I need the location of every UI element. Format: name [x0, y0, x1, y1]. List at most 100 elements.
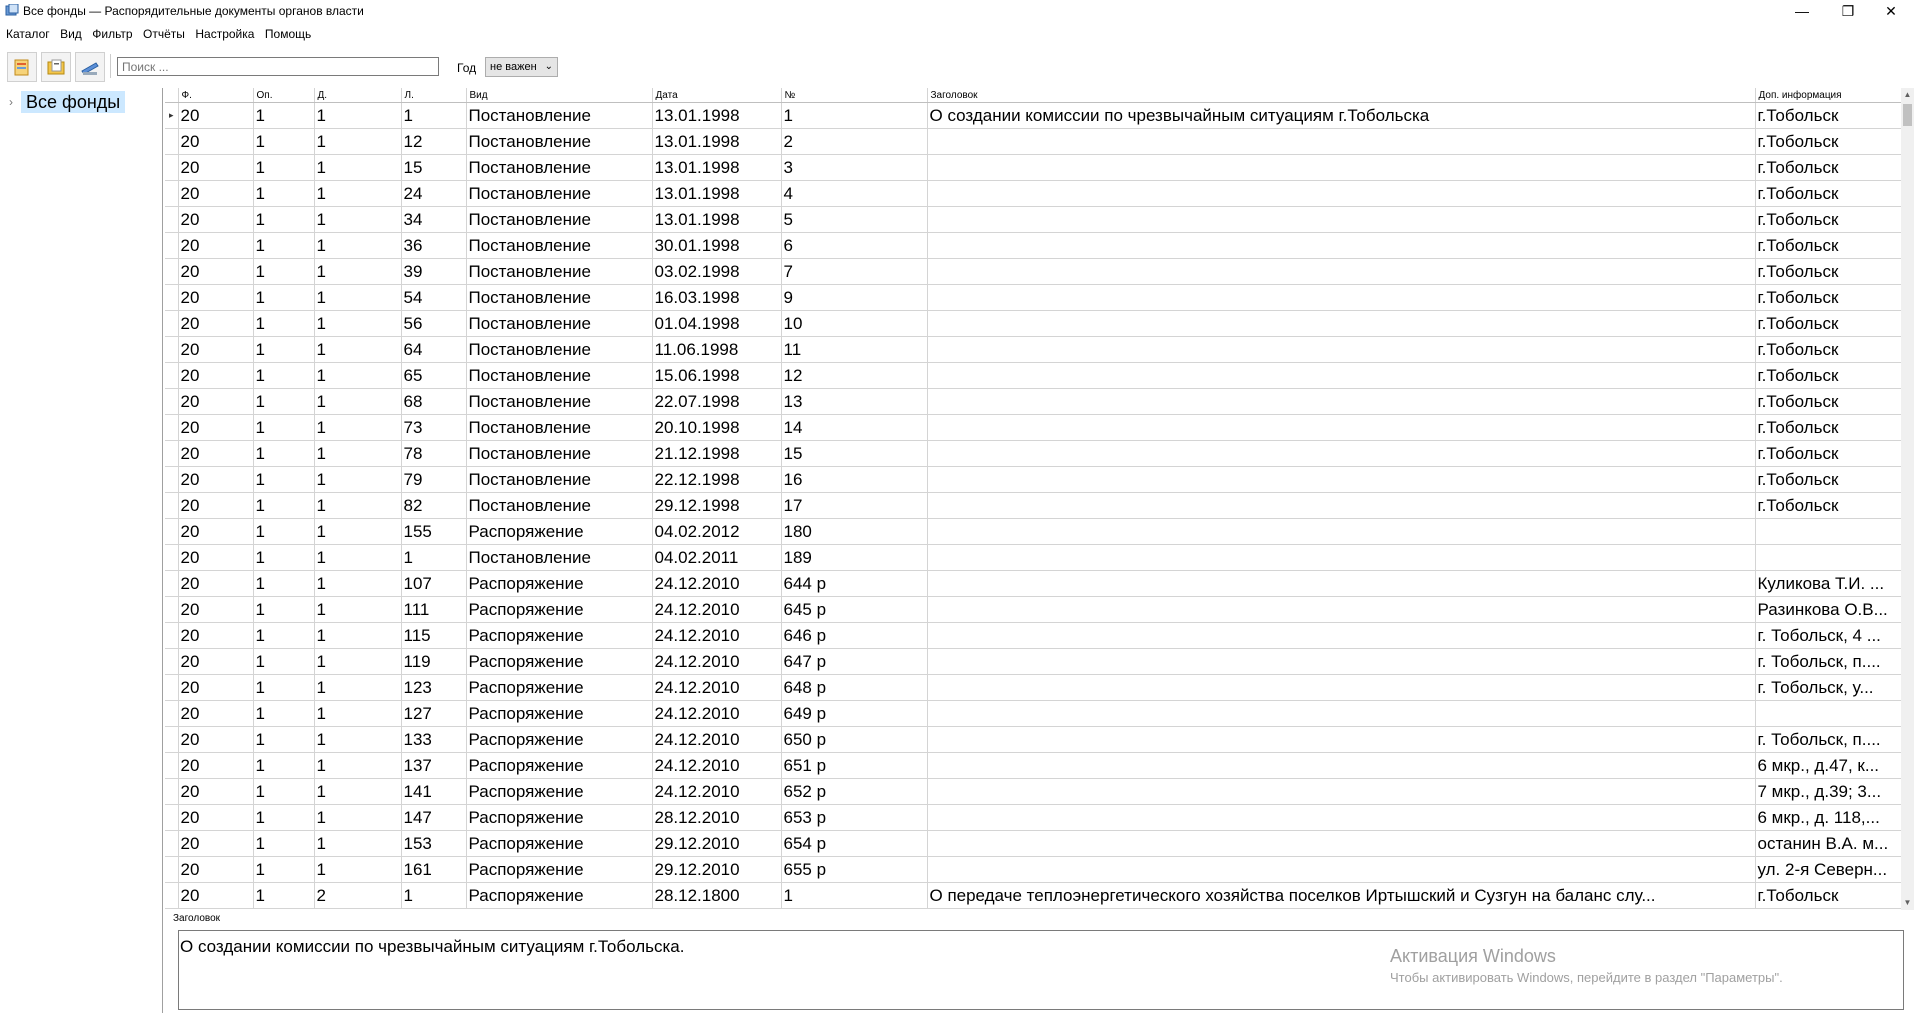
- number-cell: 651 р: [781, 752, 928, 779]
- menu-reports[interactable]: Отчёты: [143, 24, 185, 44]
- opis-cell: 1: [253, 544, 315, 571]
- table-row[interactable]: 20 1 1 12 Постановление 13.01.1998 2 г.Тобольск: [165, 128, 1901, 155]
- table-row[interactable]: 20 1 1 155 Распоряжение 04.02.2012 180: [165, 518, 1901, 545]
- row-header[interactable]: [165, 830, 179, 857]
- number-cell: 655 р: [781, 856, 928, 883]
- scroll-up-icon[interactable]: ▲: [1901, 88, 1914, 102]
- row-header[interactable]: [165, 700, 179, 727]
- row-header[interactable]: [165, 232, 179, 259]
- table-row[interactable]: 20 1 1 107 Распоряжение 24.12.2010 644 р Кулико…: [165, 570, 1901, 597]
- row-header[interactable]: [165, 128, 179, 155]
- table-row[interactable]: 20 1 1 54 Постановление 16.03.1998 9 г.Тобольск: [165, 284, 1901, 311]
- table-row[interactable]: 20 1 1 115 Распоряжение 24.12.2010 646 р г. Тоб…: [165, 622, 1901, 649]
- column-header[interactable]: Д.: [314, 88, 402, 103]
- table-row[interactable]: 20 1 1 123 Распоряжение 24.12.2010 648 р г. Тоб…: [165, 674, 1901, 701]
- menu-help[interactable]: Помощь: [265, 24, 311, 44]
- table-row[interactable]: 20 1 1 133 Распоряжение 24.12.2010 650 р г. Тоб…: [165, 726, 1901, 753]
- row-header[interactable]: [165, 804, 179, 831]
- table-row[interactable]: 20 1 1 73 Постановление 20.10.1998 14 г.Тобольс…: [165, 414, 1901, 441]
- menu-filter[interactable]: Фильтр: [92, 24, 132, 44]
- row-header[interactable]: [165, 856, 179, 883]
- row-header[interactable]: [165, 440, 179, 467]
- table-row[interactable]: 20 1 1 78 Постановление 21.12.1998 15 г.Тобольс…: [165, 440, 1901, 467]
- column-header[interactable]: Оп.: [253, 88, 315, 103]
- vertical-scrollbar[interactable]: ▲ ▼: [1901, 88, 1914, 910]
- scroll-down-icon[interactable]: ▼: [1901, 896, 1914, 910]
- scanner-button[interactable]: [75, 52, 105, 82]
- tree-item-all-fonds[interactable]: Все фонды: [21, 91, 126, 113]
- row-header[interactable]: [165, 310, 179, 337]
- table-row[interactable]: 20 1 1 64 Постановление 11.06.1998 11 г.Тобольс…: [165, 336, 1901, 363]
- column-header[interactable]: Ф.: [178, 88, 254, 103]
- column-header[interactable]: №: [781, 88, 928, 103]
- table-row[interactable]: 20 1 1 147 Распоряжение 28.12.2010 653 р6 мкр.…: [165, 804, 1901, 831]
- scroll-thumb[interactable]: [1903, 104, 1912, 126]
- restore-button[interactable]: ❐: [1825, 0, 1871, 22]
- table-row[interactable]: 20 1 1 82 Постановление 29.12.1998 17 г.Тобольс…: [165, 492, 1901, 519]
- table-row[interactable]: 20 1 1 39 Постановление 03.02.1998 7 г.Тобольск: [165, 258, 1901, 285]
- table-row[interactable]: 20 1 1 141 Распоряжение 24.12.2010 652 р7 мкр.…: [165, 778, 1901, 805]
- table-row[interactable]: 20 1 1 15 Постановление 13.01.1998 3 г.Тобольск: [165, 154, 1901, 181]
- table-row[interactable]: 20 1 1 56 Постановление 01.04.1998 10 г.Тобольс…: [165, 310, 1901, 337]
- table-row[interactable]: 20 1 1 153 Распоряжение 29.12.2010 654 р остани…: [165, 830, 1901, 857]
- column-header[interactable]: Доп. информация: [1755, 88, 1901, 103]
- fond-cell: 20: [178, 622, 254, 649]
- menu-settings[interactable]: Настройка: [195, 24, 254, 44]
- year-select[interactable]: не важен ⌄: [485, 57, 558, 77]
- row-header[interactable]: [165, 284, 179, 311]
- row-header[interactable]: [165, 492, 179, 519]
- table-row[interactable]: 20 1 1 34 Постановление 13.01.1998 5 г.Тобольск: [165, 206, 1901, 233]
- row-header[interactable]: [165, 336, 179, 363]
- table-row[interactable]: 20 1 1 36 Постановление 30.01.1998 6 г.Тобольск: [165, 232, 1901, 259]
- minimize-button[interactable]: —: [1779, 0, 1825, 22]
- row-header[interactable]: [165, 154, 179, 181]
- new-document-button[interactable]: [7, 52, 37, 82]
- table-row[interactable]: 20 1 1 119 Распоряжение 24.12.2010 647 р г. Тоб…: [165, 648, 1901, 675]
- table-row[interactable]: 20 1 1 68 Постановление 22.07.1998 13 г.Тобольс…: [165, 388, 1901, 415]
- table-row[interactable]: 20 1 1 137 Распоряжение 24.12.2010 651 р6 мкр.…: [165, 752, 1901, 779]
- column-header[interactable]: Л.: [401, 88, 467, 103]
- opis-cell: 1: [253, 882, 315, 909]
- table-row[interactable]: 20 1 1 1 Постановление 04.02.2011 189: [165, 544, 1901, 571]
- table-row[interactable]: 20 1 2 1 Распоряжение 28.12.1800 1 О передаче т…: [165, 882, 1901, 909]
- tree-expander-icon[interactable]: ›: [9, 95, 13, 109]
- row-header[interactable]: [165, 258, 179, 285]
- row-header[interactable]: [165, 570, 179, 597]
- menu-catalog[interactable]: Каталог: [6, 24, 50, 44]
- row-header[interactable]: [165, 466, 179, 493]
- row-header[interactable]: [165, 882, 179, 909]
- row-header[interactable]: [165, 544, 179, 571]
- row-header[interactable]: [165, 518, 179, 545]
- table-row[interactable]: 20 1 1 127 Распоряжение 24.12.2010 649 р: [165, 700, 1901, 727]
- row-header[interactable]: ▸: [165, 102, 179, 129]
- row-header[interactable]: [165, 362, 179, 389]
- row-header[interactable]: [165, 388, 179, 415]
- menu-view[interactable]: Вид: [60, 24, 82, 44]
- row-header[interactable]: [165, 414, 179, 441]
- close-button[interactable]: ✕: [1868, 0, 1914, 22]
- row-header[interactable]: [165, 180, 179, 207]
- table-row[interactable]: 20 1 1 111 Распоряжение 24.12.2010 645 р Разинк…: [165, 596, 1901, 623]
- table-row[interactable]: 20 1 1 161 Распоряжение 29.12.2010 655 р ул. 2-…: [165, 856, 1901, 883]
- row-header[interactable]: [165, 596, 179, 623]
- delo-cell: 1: [314, 154, 402, 181]
- title-cell: [927, 570, 1756, 597]
- open-folder-button[interactable]: [41, 52, 71, 82]
- table-row[interactable]: 20 1 1 65 Постановление 15.06.1998 12 г.Тобольс…: [165, 362, 1901, 389]
- row-header[interactable]: [165, 674, 179, 701]
- table-row[interactable]: ▸ 20 1 1 1 Постановление 13.01.1998 1 О создании…: [165, 102, 1901, 129]
- open-folder-icon: [47, 59, 65, 75]
- column-header[interactable]: Дата: [652, 88, 782, 103]
- table-row[interactable]: 20 1 1 24 Постановление 13.01.1998 4 г.Тобольск: [165, 180, 1901, 207]
- column-header[interactable]: Вид: [466, 88, 653, 103]
- row-header[interactable]: [165, 648, 179, 675]
- table-row[interactable]: 20 1 1 79 Постановление 22.12.1998 16 г.Тобольс…: [165, 466, 1901, 493]
- row-header[interactable]: [165, 726, 179, 753]
- row-header[interactable]: [165, 778, 179, 805]
- opis-cell: 1: [253, 570, 315, 597]
- column-header[interactable]: Заголовок: [927, 88, 1756, 103]
- search-input[interactable]: [117, 57, 439, 76]
- row-header[interactable]: [165, 752, 179, 779]
- row-header[interactable]: [165, 622, 179, 649]
- row-header[interactable]: [165, 206, 179, 233]
